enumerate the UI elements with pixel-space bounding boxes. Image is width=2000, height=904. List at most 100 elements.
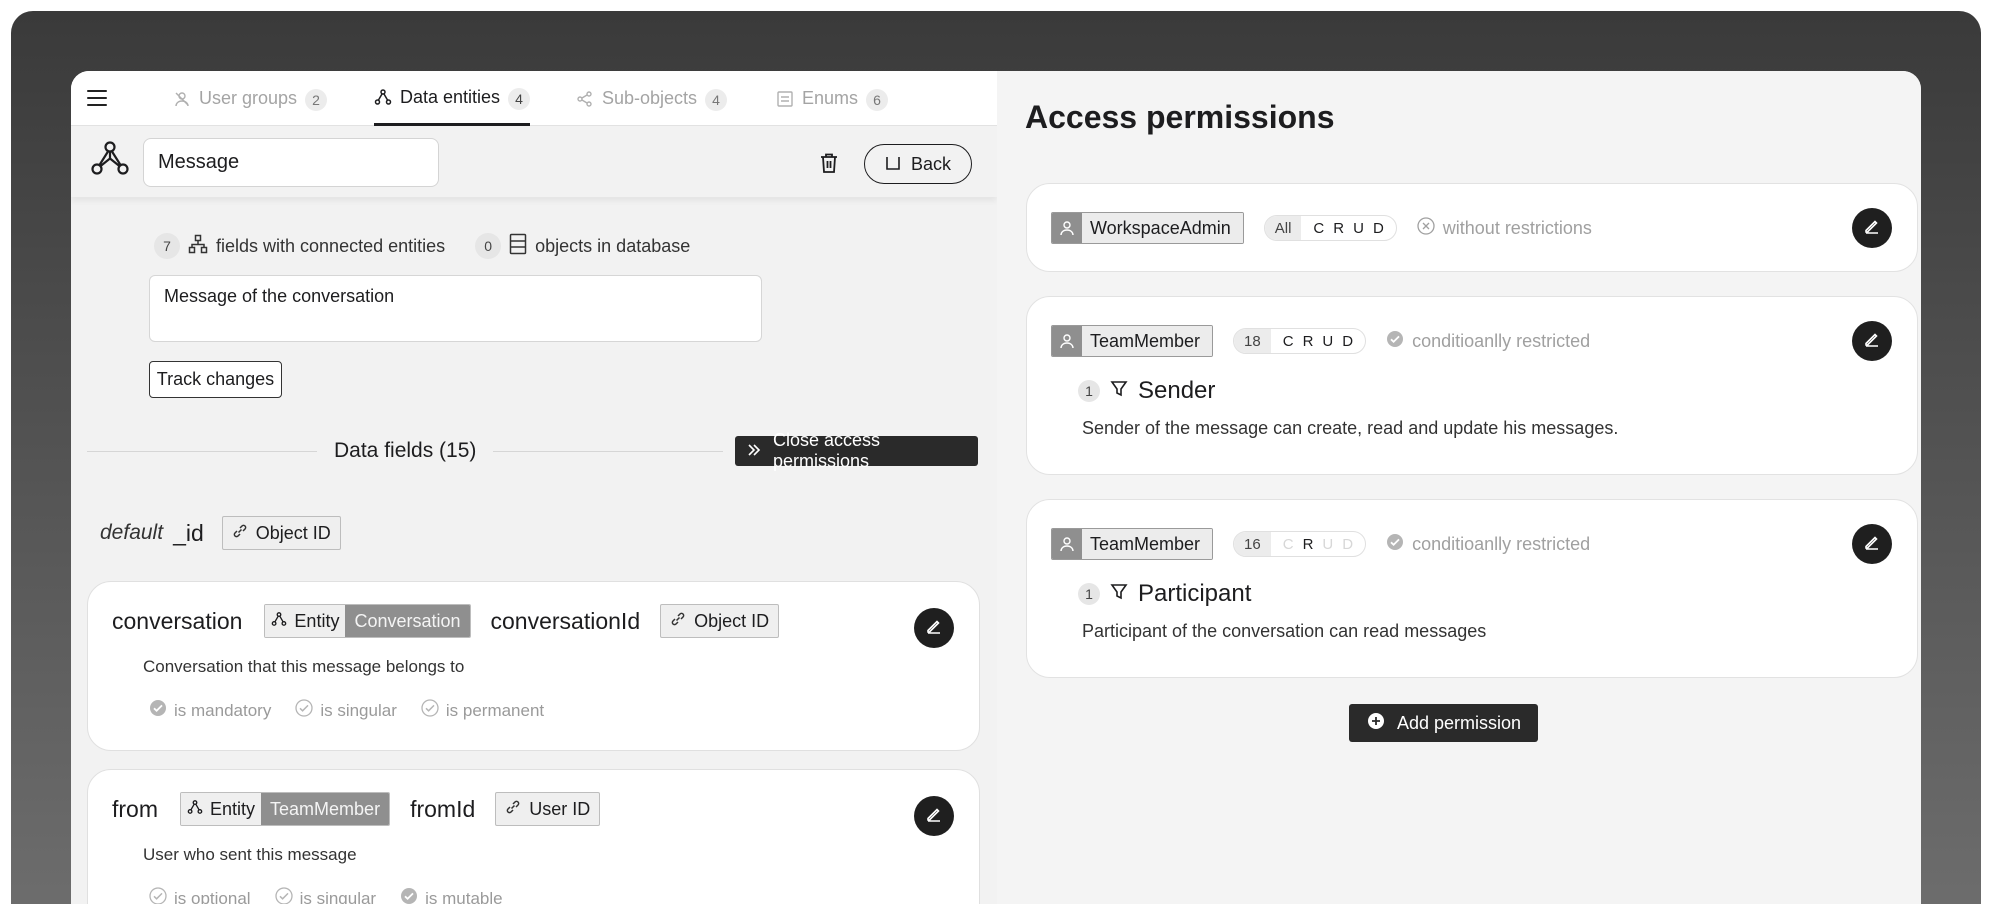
condition-header: 1 Sender (1078, 377, 1215, 405)
link-icon (670, 611, 686, 632)
type-label: User ID (529, 798, 591, 819)
close-access-permissions-button[interactable]: Close access permissions (735, 430, 978, 471)
share-nodes-icon (576, 90, 594, 108)
restriction-status: without restrictions (1417, 216, 1592, 240)
tab-count-badge: 2 (305, 89, 328, 111)
record-count: All (1264, 216, 1302, 240)
type-tag: User ID (495, 792, 601, 826)
divider (493, 451, 723, 452)
entity-description-field[interactable]: Message of the conversation (149, 275, 762, 342)
user-icon (1052, 213, 1082, 243)
entity-name-input[interactable] (143, 138, 439, 187)
field-name: conversation (112, 607, 243, 634)
x-circle-icon (1417, 216, 1435, 240)
property: is singular (295, 699, 397, 722)
user-group-icon (173, 90, 191, 108)
tab-bar: User groups 2 Data entities 4 Sub-object… (71, 71, 997, 126)
access-permissions-pane: Access permissions WorkspaceAdmin All C … (997, 71, 1921, 904)
property: is singular (274, 887, 376, 904)
restriction-status: conditioanlly restricted (1386, 330, 1590, 353)
entity-ref-tag[interactable]: Entity Conversation (264, 604, 471, 638)
permission-row: TeamMember 18 C R U D conditioanlly rest… (1051, 325, 1590, 357)
check-outline-icon (274, 887, 293, 904)
entity-ref-tag[interactable]: Entity TeamMember (180, 792, 391, 826)
menu-icon[interactable] (87, 90, 107, 106)
tab-user-groups[interactable]: User groups 2 (173, 71, 328, 126)
close-perm-label: Close access permissions (773, 430, 881, 471)
property: is permanent (421, 699, 544, 722)
check-filled-icon (1386, 533, 1404, 556)
tab-count-badge: 4 (705, 89, 728, 111)
condition-count-badge: 1 (1078, 380, 1100, 402)
tab-enums[interactable]: Enums 6 (776, 71, 889, 126)
filter-icon (1110, 583, 1128, 606)
condition-name: Sender (1138, 377, 1216, 404)
default-label: default (100, 521, 164, 544)
entity-label: Entity (210, 798, 256, 819)
entity-target: Conversation (345, 605, 470, 637)
restriction-status: conditioanlly restricted (1386, 533, 1590, 556)
list-icon (776, 90, 794, 108)
property: is mutable (400, 887, 503, 904)
tab-count-badge: 4 (508, 87, 531, 110)
id-field-name: fromId (410, 795, 476, 822)
plus-circle-icon (1367, 712, 1385, 735)
link-icon (505, 799, 521, 820)
edit-permission-button[interactable] (1852, 208, 1892, 248)
pencil-icon (925, 617, 943, 640)
role-name: TeamMember (1082, 326, 1213, 356)
back-button[interactable]: Back (864, 144, 972, 184)
add-permission-button[interactable]: Add permission (1349, 704, 1538, 742)
default-id-name: _id (173, 519, 204, 546)
user-icon (1052, 326, 1082, 356)
property: is optional (149, 887, 251, 904)
condition-name: Participant (1138, 580, 1252, 607)
entity-icon (271, 611, 287, 632)
field-properties: is mandatory is singular is permanent (149, 699, 544, 722)
condition-count-badge: 1 (1078, 583, 1100, 605)
field-name: from (112, 795, 158, 822)
tab-sub-objects[interactable]: Sub-objects 4 (576, 71, 728, 126)
objects-count-badge: 0 (475, 233, 502, 259)
back-icon (885, 154, 901, 175)
role-name: WorkspaceAdmin (1082, 213, 1243, 243)
permission-card: WorkspaceAdmin All C R U D without restr… (1026, 183, 1918, 272)
check-outline-icon (295, 699, 313, 722)
permission-card: TeamMember 18 C R U D conditioanlly rest… (1026, 296, 1918, 475)
user-icon (1052, 529, 1082, 559)
default-id-row: default _id Object ID (100, 516, 341, 550)
edit-field-button[interactable] (914, 796, 954, 836)
trash-icon[interactable] (819, 152, 839, 174)
fields-label: fields with connected entities (216, 235, 446, 256)
field-properties: is optional is singular is mutable (149, 887, 503, 904)
edit-permission-button[interactable] (1852, 321, 1892, 361)
edit-permission-button[interactable] (1852, 524, 1892, 564)
entity-label: Entity (294, 610, 340, 631)
record-count: 18 (1234, 329, 1271, 353)
condition-header: 1 Participant (1078, 580, 1251, 608)
entity-editor-pane: User groups 2 Data entities 4 Sub-object… (71, 71, 997, 904)
check-outline-icon (421, 699, 439, 722)
type-label: Object ID (255, 522, 331, 543)
tab-label: Data entities (400, 86, 501, 107)
pencil-icon (1863, 217, 1881, 240)
track-changes-button[interactable]: Track changes (149, 361, 282, 398)
link-icon (232, 523, 248, 544)
divider (87, 451, 317, 452)
crud-indicator: All C R U D (1263, 215, 1397, 241)
type-label: Object ID (694, 610, 770, 631)
record-count: 16 (1234, 532, 1271, 556)
connected-entities-icon (188, 234, 208, 259)
app-window: User groups 2 Data entities 4 Sub-object… (71, 71, 1921, 904)
edit-field-button[interactable] (914, 608, 954, 648)
field-header: conversation Entity Conversation convers… (112, 604, 780, 638)
property: is mandatory (149, 699, 271, 722)
condition-description: Participant of the conversation can read… (1082, 621, 1487, 641)
add-permission-label: Add permission (1397, 712, 1522, 733)
field-description: Conversation that this message belongs t… (143, 657, 465, 676)
crud-indicator: 18 C R U D (1233, 328, 1367, 354)
pencil-icon (1863, 330, 1881, 353)
tab-count-badge: 6 (866, 89, 889, 111)
field-card: conversation Entity Conversation convers… (87, 581, 980, 751)
tab-data-entities[interactable]: Data entities 4 (374, 71, 531, 126)
